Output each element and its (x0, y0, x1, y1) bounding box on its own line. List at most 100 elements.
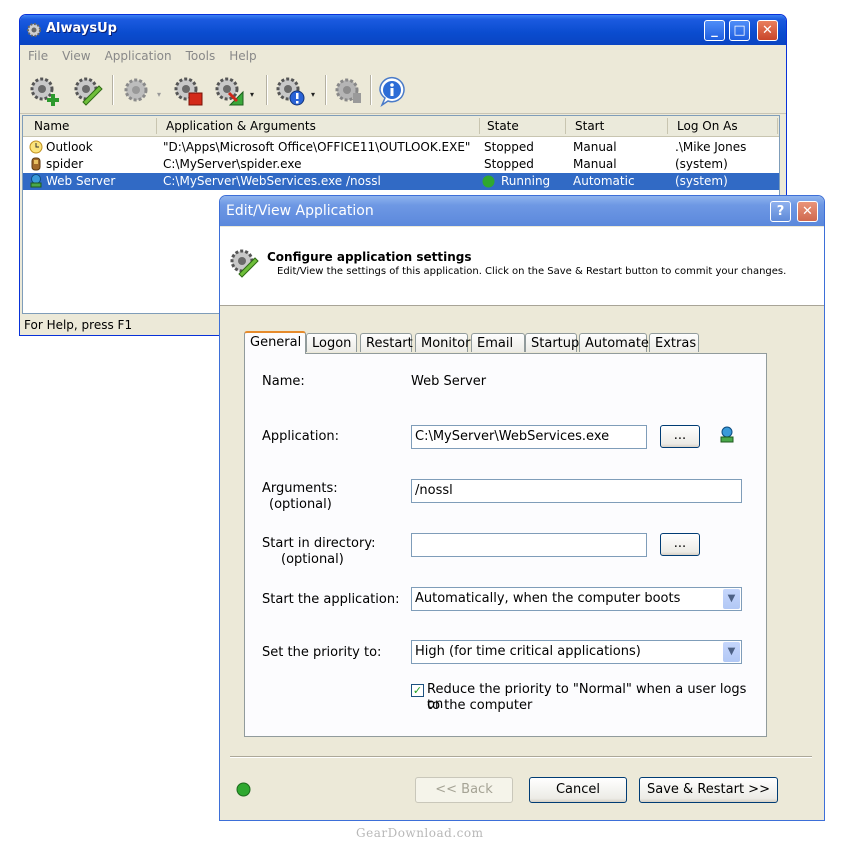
tab-startup[interactable]: Startup (525, 333, 579, 352)
reduce-priority-label-line2[interactable]: to the computer (427, 698, 532, 713)
row-application: C:\MyServer\spider.exe (163, 157, 302, 171)
row-start: Manual (573, 157, 617, 171)
column-logon[interactable]: Log On As (677, 119, 738, 133)
watermark: GearDownload.com (356, 826, 484, 840)
menu-tools[interactable]: Tools (178, 46, 222, 63)
stop-application-icon[interactable] (172, 75, 204, 107)
main-title-bar[interactable]: AlwaysUp _ □ ✕ (20, 15, 786, 45)
main-window-title: AlwaysUp (46, 21, 117, 36)
row-application: "D:\Apps\Microsoft Office\OFFICE11\OUTLO… (163, 140, 471, 154)
directory-label: Start in directory: (262, 536, 376, 551)
list-header: Name Application & Arguments State Start… (23, 116, 779, 137)
restart-dropdown-icon[interactable]: ▾ (250, 90, 254, 99)
row-logon: .\Mike Jones (675, 140, 747, 154)
info-icon[interactable] (376, 75, 408, 107)
directory-input[interactable] (411, 533, 647, 557)
menu-application[interactable]: Application (97, 46, 178, 63)
start-label: Start the application: (262, 592, 400, 607)
clock-icon (29, 140, 43, 154)
report-activity-icon[interactable] (274, 75, 306, 107)
directory-browse-button[interactable]: ... (660, 533, 700, 556)
help-button[interactable]: ? (770, 201, 791, 222)
toolbar-separator (325, 75, 327, 105)
globe-icon (720, 426, 734, 443)
start-dropdown-icon[interactable]: ▾ (157, 90, 161, 99)
toolbar-separator (266, 75, 268, 105)
tab-monitor[interactable]: Monitor (415, 333, 470, 352)
chevron-down-icon[interactable]: ▼ (723, 589, 740, 609)
header-title: Configure application settings (267, 250, 472, 264)
back-button[interactable]: << Back (415, 777, 513, 803)
reduce-priority-checkbox[interactable]: ✓ (411, 684, 424, 697)
tab-email[interactable]: Email (471, 333, 525, 352)
row-name: Web Server (46, 174, 116, 188)
application-input[interactable]: C:\MyServer\WebServices.exe (411, 425, 647, 449)
general-panel: Name: Web Server Application: C:\MyServe… (244, 353, 767, 737)
name-label: Name: (262, 374, 305, 389)
tab-general[interactable]: General (244, 331, 306, 354)
dialog-title-bar[interactable]: Edit/View Application ? ✕ (220, 196, 824, 226)
dialog-close-button[interactable]: ✕ (797, 201, 818, 222)
priority-select[interactable]: High (for time critical applications) ▼ (411, 640, 742, 664)
tab-restart[interactable]: Restart (360, 333, 413, 352)
configure-gear-icon (230, 249, 259, 278)
running-status-icon (482, 175, 495, 188)
toolbar: ▾ ▾ ▾ (20, 67, 786, 114)
application-browse-button[interactable]: ... (660, 425, 700, 448)
row-name: spider (46, 157, 84, 171)
dialog-header: Configure application settings Edit/View… (220, 227, 824, 306)
table-row[interactable]: Outlook "D:\Apps\Microsoft Office\OFFICE… (23, 139, 779, 156)
row-application: C:\MyServer\WebServices.exe /nossl (163, 174, 381, 188)
dialog-title: Edit/View Application (226, 203, 374, 219)
edit-view-dialog: Edit/View Application ? ✕ Configure appl… (219, 195, 825, 821)
maximize-button[interactable]: □ (729, 20, 750, 41)
row-logon: (system) (675, 157, 728, 171)
minimize-button[interactable]: _ (704, 20, 725, 41)
column-state[interactable]: State (487, 119, 519, 133)
toolbar-separator (112, 75, 114, 105)
start-select[interactable]: Automatically, when the computer boots ▼ (411, 587, 742, 611)
priority-select-value: High (for time critical applications) (415, 644, 641, 659)
tab-automate[interactable]: Automate (579, 333, 649, 352)
table-row[interactable]: spider C:\MyServer\spider.exe Stopped Ma… (23, 156, 779, 173)
tools-icon[interactable] (333, 75, 365, 107)
restart-application-icon[interactable] (213, 75, 245, 107)
close-button[interactable]: ✕ (757, 20, 778, 41)
column-name[interactable]: Name (34, 119, 69, 133)
row-name: Outlook (46, 140, 93, 154)
name-value: Web Server (411, 374, 487, 389)
globe-icon (30, 174, 42, 188)
column-start[interactable]: Start (575, 119, 604, 133)
column-application[interactable]: Application & Arguments (166, 119, 316, 133)
menu-bar: File View Application Tools Help (20, 46, 786, 66)
row-state: Stopped (484, 140, 534, 154)
status-green-icon (236, 782, 251, 797)
start-select-value: Automatically, when the computer boots (415, 591, 681, 606)
arguments-label: Arguments: (262, 481, 338, 496)
row-state: Running (501, 174, 551, 188)
app-gear-icon (27, 23, 41, 37)
tab-extras[interactable]: Extras (649, 333, 699, 352)
priority-label: Set the priority to: (262, 645, 382, 660)
arguments-input[interactable]: /nossl (411, 479, 742, 503)
header-subtitle: Edit/View the settings of this applicati… (277, 266, 787, 277)
chevron-down-icon[interactable]: ▼ (723, 642, 740, 662)
table-row-selected[interactable]: Web Server C:\MyServer\WebServices.exe /… (23, 173, 779, 190)
tab-logon[interactable]: Logon (306, 333, 357, 352)
spider-icon (31, 157, 41, 171)
toolbar-separator (370, 75, 372, 105)
menu-file[interactable]: File (20, 46, 54, 63)
save-restart-button[interactable]: Save & Restart >> (639, 777, 778, 803)
row-start: Automatic (573, 174, 635, 188)
add-application-icon[interactable] (28, 75, 60, 107)
application-label: Application: (262, 429, 340, 444)
arguments-optional-label: (optional) (269, 497, 332, 512)
menu-view[interactable]: View (54, 46, 96, 63)
report-dropdown-icon[interactable]: ▾ (311, 90, 315, 99)
footer-divider (230, 756, 812, 758)
row-start: Manual (573, 140, 617, 154)
menu-help[interactable]: Help (221, 46, 262, 63)
cancel-button[interactable]: Cancel (529, 777, 627, 803)
edit-application-icon[interactable] (72, 75, 104, 107)
start-application-icon[interactable] (120, 75, 152, 107)
